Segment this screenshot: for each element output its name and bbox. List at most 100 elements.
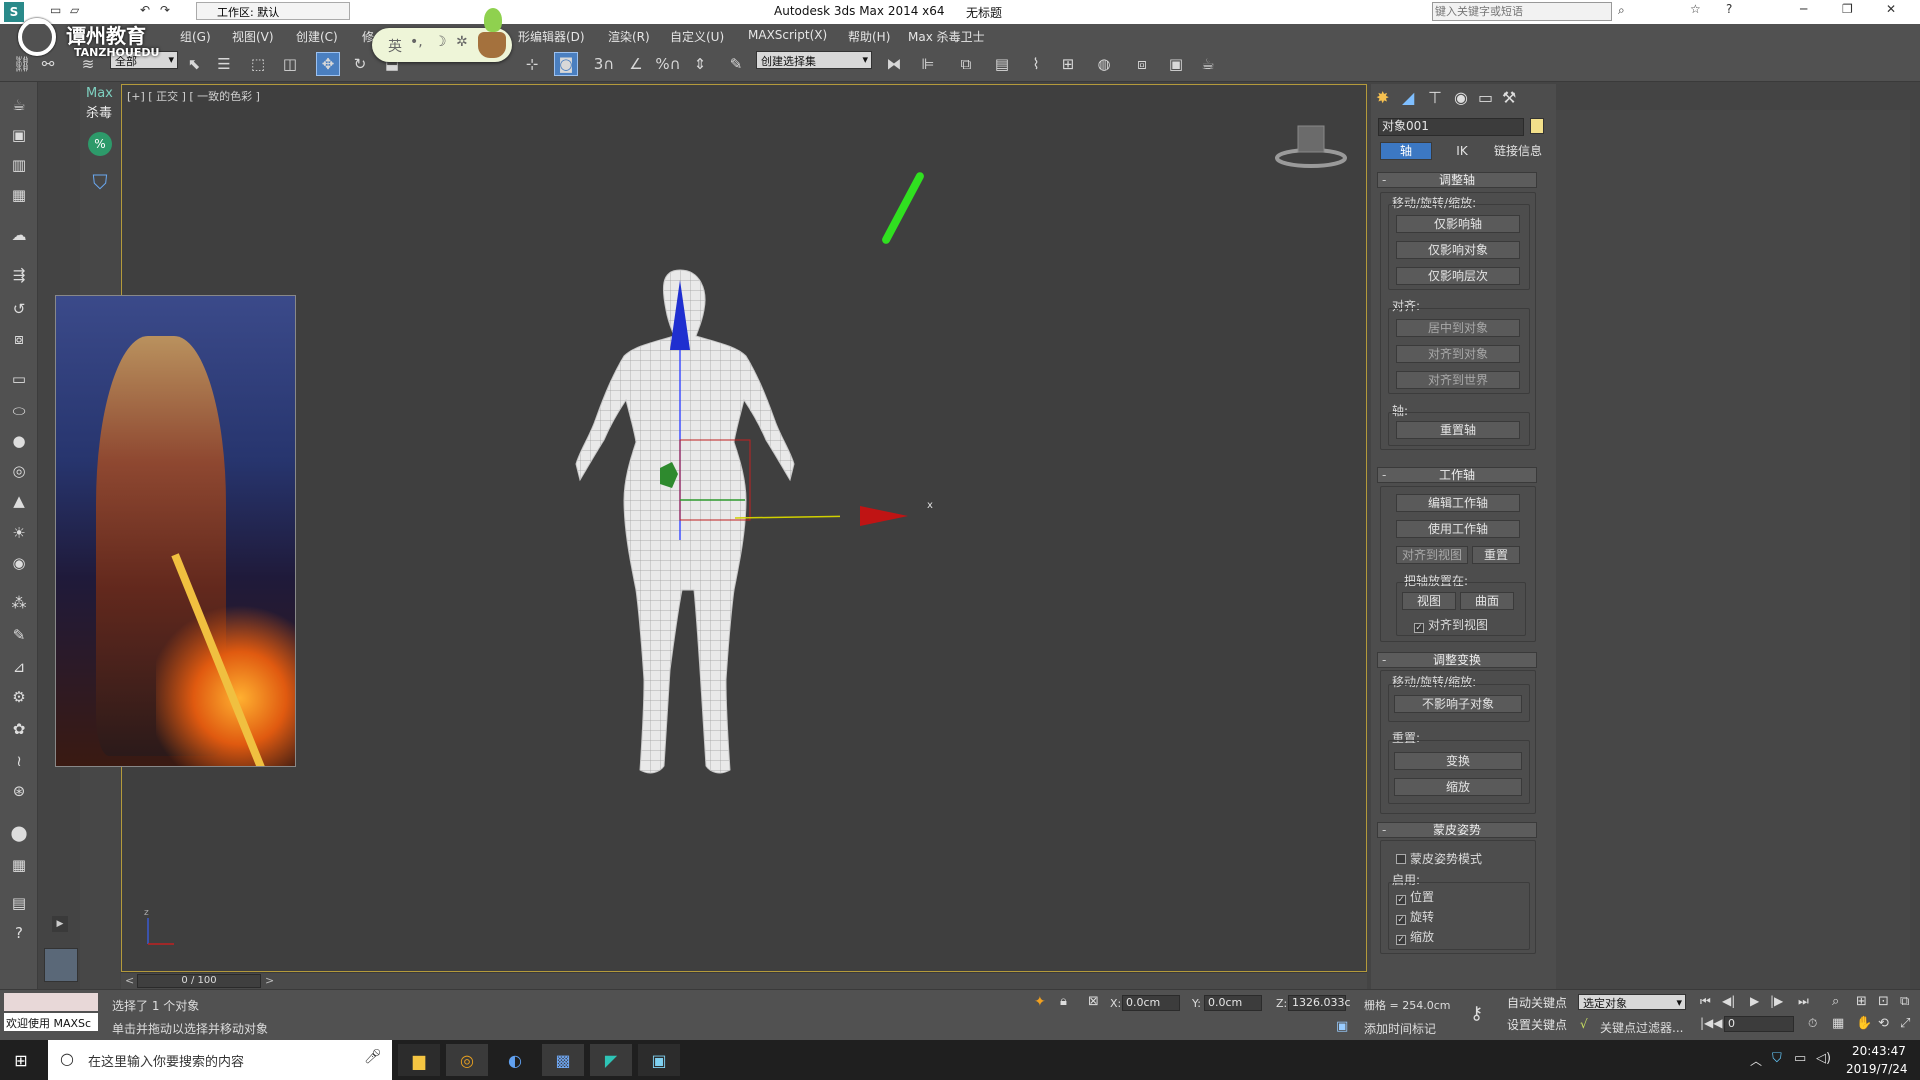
select-object-icon[interactable]: ⬉ [182, 52, 206, 76]
ime-settings-icon[interactable]: ✲ [456, 34, 468, 50]
window-crossing-icon[interactable]: ◫ [278, 52, 302, 76]
viewcube-icon[interactable] [1274, 122, 1348, 172]
percent-snap-icon[interactable]: % ∩ [655, 52, 680, 76]
pivot-x-arrow-icon[interactable] [858, 498, 918, 534]
skin-pose-mode-checkbox[interactable]: 蒙皮姿势模式 [1396, 850, 1482, 867]
rollout-adjust-transform[interactable]: 调整变换 [1377, 652, 1537, 668]
key-mode-icon[interactable]: |◀◀ [1700, 1016, 1723, 1030]
tray-up-arrow-icon[interactable]: ︿ [1750, 1052, 1762, 1069]
material-editor-icon[interactable]: ◍ [1092, 52, 1116, 76]
curve-editor-icon[interactable]: ⌇ [1024, 52, 1048, 76]
object-name-field[interactable]: 对象001 [1378, 118, 1524, 136]
time-slider-thumb[interactable]: 0 / 100 [137, 974, 261, 988]
question-icon[interactable]: ? [6, 920, 32, 946]
cylinder-icon[interactable]: ⬭ [6, 398, 32, 424]
material-ball-icon[interactable]: ◉ [6, 550, 32, 576]
add-time-tag[interactable]: 添加时间标记 [1364, 1020, 1436, 1037]
tab-pivot[interactable]: 轴 [1380, 142, 1432, 160]
modify-tab-icon[interactable]: ◢ [1402, 88, 1414, 107]
angle-snap-icon[interactable]: ∠ [624, 52, 648, 76]
teamviewer-icon[interactable]: ▩ [542, 1044, 584, 1076]
open-file-icon[interactable]: ▱ [70, 3, 79, 17]
isolate-icon[interactable]: ✦ [1034, 994, 1046, 1010]
rollout-working-pivot[interactable]: 工作轴 [1377, 467, 1537, 483]
file-icon[interactable]: ▤ [6, 890, 32, 916]
z-coord-field[interactable]: 1326.033c [1288, 995, 1351, 1011]
menu-create[interactable]: 创建(C) [296, 28, 338, 45]
ball-icon[interactable]: ⬤ [6, 820, 32, 846]
display-tab-icon[interactable]: ▭ [1478, 88, 1493, 107]
motion-icon[interactable]: ⇶ [6, 262, 32, 288]
mirror-icon[interactable]: ⧓ [882, 52, 906, 76]
camera-icon[interactable]: ⧇ [6, 326, 32, 352]
workspace-dropdown[interactable]: 工作区: 默认 [196, 2, 350, 20]
redo-icon[interactable]: ↷ [160, 3, 170, 17]
dont-affect-children-button[interactable]: 不影响子对象 [1394, 695, 1522, 713]
affect-hierarchy-only-button[interactable]: 仅影响层次 [1396, 267, 1520, 285]
y-coord-field[interactable]: 0.0cm [1204, 995, 1262, 1011]
chat-app-icon[interactable]: ◐ [494, 1044, 536, 1076]
binoculars-icon[interactable]: ⌕ [1618, 3, 1625, 18]
reset-transform-button[interactable]: 变换 [1394, 752, 1522, 770]
skin-pose-position-checkbox[interactable]: ✓ 位置 [1396, 888, 1434, 905]
graphite-ribbon-icon[interactable]: ▤ [990, 52, 1014, 76]
box-icon[interactable]: ▭ [6, 366, 32, 392]
rollout-adjust-pivot[interactable]: 调整轴 [1377, 172, 1537, 188]
key-filters-button[interactable]: 关键点过滤器... [1600, 1019, 1683, 1036]
paint-icon[interactable]: ✎ [6, 622, 32, 648]
rotate-tool-icon[interactable]: ↺ [6, 296, 32, 322]
link-icon[interactable]: ⛓ [10, 52, 34, 76]
create-tab-icon[interactable]: ✸ [1376, 88, 1389, 107]
app-logo-icon[interactable]: S [4, 2, 24, 22]
file-explorer-icon[interactable]: ▆ [398, 1044, 440, 1076]
zoom-icon[interactable]: ⌕ [1832, 994, 1839, 1009]
menu-antivirus[interactable]: Max 杀毒卫士 [908, 28, 985, 45]
place-on-surface-button[interactable]: 曲面 [1460, 592, 1514, 610]
object-color-swatch[interactable] [1530, 118, 1544, 134]
render-production-icon[interactable]: ☕ [1196, 52, 1220, 76]
time-config-icon[interactable]: ⏱ [1808, 1016, 1817, 1031]
browser-icon[interactable]: ◎ [446, 1044, 488, 1076]
time-slider-next-icon[interactable]: > [265, 974, 274, 987]
select-manipulate-icon[interactable]: ◙ [554, 52, 578, 76]
absolute-mode-icon[interactable]: ⊠ [1088, 994, 1099, 1009]
select-and-move-icon[interactable]: ✥ [316, 52, 340, 76]
orbit-icon[interactable]: ⟲ [1878, 1016, 1889, 1031]
go-to-start-icon[interactable]: ⏮ [1700, 994, 1711, 1009]
select-by-name-icon[interactable]: ☰ [212, 52, 236, 76]
select-and-rotate-icon[interactable]: ↻ [348, 52, 372, 76]
viewport-thumbnail[interactable] [44, 948, 78, 982]
grid-icon[interactable]: ▦ [6, 182, 32, 208]
plant-icon[interactable]: ✿ [6, 716, 32, 742]
render-setup-icon[interactable]: ⧈ [1130, 52, 1154, 76]
time-tag-icon[interactable]: ▣ [1336, 1019, 1348, 1034]
city-icon[interactable]: ▦ [6, 852, 32, 878]
menu-help[interactable]: 帮助(H) [848, 28, 890, 45]
list-icon[interactable]: ▥ [6, 152, 32, 178]
hair-icon[interactable]: ≀ [6, 748, 32, 774]
zoom-all-icon[interactable]: ⊞ [1856, 994, 1867, 1009]
search-input[interactable] [1432, 2, 1612, 21]
zoom-extents-icon[interactable]: ⊡ [1878, 994, 1889, 1009]
time-slider[interactable]: < 0 / 100 > [121, 972, 1367, 989]
search-input-field[interactable] [1433, 3, 1609, 20]
character-wireframe[interactable] [540, 260, 840, 790]
light-icon[interactable]: ☀ [6, 520, 32, 546]
close-button[interactable]: ✕ [1886, 2, 1896, 16]
hierarchy-tab-icon[interactable]: ⊤ [1428, 88, 1442, 107]
play-icon[interactable]: ▶ [1750, 994, 1759, 1008]
affect-object-only-button[interactable]: 仅影响对象 [1396, 241, 1520, 259]
time-slider-prev-icon[interactable]: < [125, 974, 134, 987]
viewport-label[interactable]: [+] [ 正交 ] [ 一致的色彩 ] [127, 88, 260, 104]
menu-group[interactable]: 组(G) [180, 28, 211, 45]
tray-volume-icon[interactable]: ◁) [1816, 1051, 1831, 1066]
minimize-button[interactable]: ─ [1800, 2, 1807, 16]
shield-icon[interactable]: ⛉ [89, 170, 111, 194]
zoom-extents-all-icon[interactable]: ⧉ [1900, 994, 1909, 1009]
cloud-icon[interactable]: ☁ [6, 222, 32, 248]
restore-button[interactable]: ❐ [1842, 2, 1853, 16]
tab-ik[interactable]: IK [1436, 142, 1488, 160]
align-icon[interactable]: ⊫ [916, 52, 940, 76]
menu-graph-editors[interactable]: 形编辑器(D) [518, 28, 585, 45]
schematic-view-icon[interactable]: ⊞ [1056, 52, 1080, 76]
